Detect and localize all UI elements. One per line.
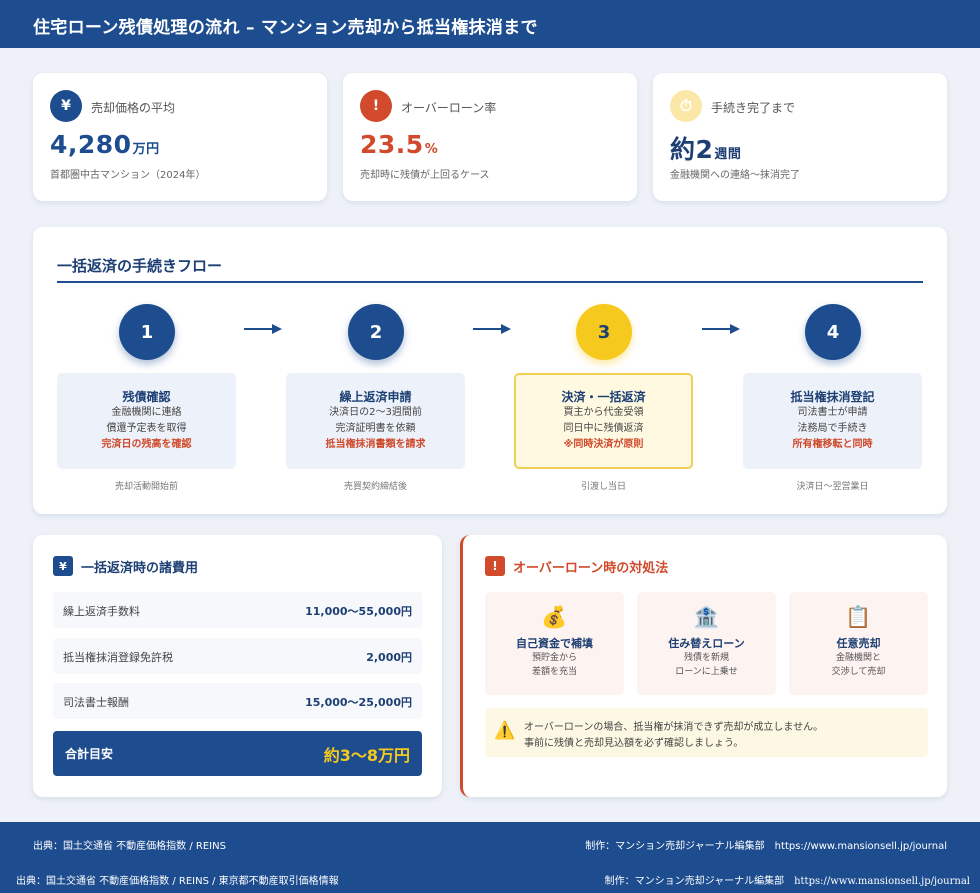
step-timing: 引渡し当日 [580,482,626,492]
step-line: 決済日の2〜3週間前 [329,407,422,418]
footer-url-link[interactable]: https://www.mansionsell.jp/journal [794,876,970,887]
stat-value: 23.5% [360,130,439,159]
option-line: 残債を新規 [683,653,729,663]
overloan-panel: ! オーバーローン時の対処法 💰 自己資金で補填 預貯金から 差額を充当 🏦 住… [460,535,947,797]
step-box-settlement: 決済・一括返済 買主から代金受領 同日中に残債返済 ※同時決済が原則 [514,373,693,469]
fee-row: 抵当権抹消登録免許税 2,000円 [53,638,422,674]
stat-value: 約2週間 [670,135,742,164]
step-box-debt-check: 残債確認 金融機関に連絡 償還予定表を取得 完済日の残高を確認 [57,373,236,469]
note-line: オーバーローンの場合、抵当権が抹消できず売却が成立しません。 [524,722,824,733]
stat-label: オーバーローン率 [401,101,497,115]
repayment-flow-panel: 一括返済の手続きフロー 1 2 3 4 残債確認 金融機関に連絡 償還予定表を取… [33,227,947,514]
step-title: 残債確認 [122,390,171,404]
footer-credit: 制作：マンション売却ジャーナル編集部 https://www.mansionse… [585,841,947,852]
stat-card-completion-time: ⏱ 手続き完了まで 約2週間 金融機関への連絡〜抹消完了 [653,73,947,201]
option-card-voluntary-sale: 📋 任意売却 金融機関と 交渉して売却 [789,592,928,695]
stopwatch-icon: ⏱ [670,90,702,122]
footer: 出典：国土交通省 不動産価格指数 / REINS 制作：マンション売却ジャーナル… [0,822,980,865]
option-line: 金融機関と [835,653,881,663]
step-title: 決済・一括返済 [561,390,646,404]
step-highlight: ※同時決済が原則 [563,439,644,450]
step-line: 償還予定表を取得 [106,423,187,434]
arrow-right-icon [244,324,282,334]
warning-note: ⚠️ オーバーローンの場合、抵当権が抹消できず売却が成立しません。 事前に残債と… [485,708,928,757]
fee-total-label: 合計目安 [65,747,114,761]
step-highlight: 所有権移転と同時 [792,439,873,450]
step-number: 3 [576,304,632,360]
step-box-mortgage-cancellation: 抵当権抹消登記 司法書士が申請 法務局で手続き 所有権移転と同時 [743,373,922,469]
option-line: 差額を充当 [531,667,577,677]
step-number: 4 [805,304,861,360]
yen-icon: ¥ [50,90,82,122]
step-title: 抵当権抹消登記 [790,390,875,404]
option-title: 住み替えローン [668,637,745,650]
stat-label: 売却価格の平均 [91,101,176,115]
fee-total-row: 合計目安 約3〜8万円 [53,731,422,776]
footer-source: 出典：国土交通省 不動産価格指数 / REINS / 東京都不動産取引価格情報 [16,876,339,887]
fee-row: 司法書士報酬 15,000〜25,000円 [53,683,422,719]
option-title: 自己資金で補填 [516,637,593,650]
option-line: ローンに上乗せ [675,667,738,677]
step-highlight: 抵当権抹消書類を請求 [325,439,426,450]
footer-credit: 制作：マンション売却ジャーナル編集部 https://www.mansionse… [604,876,970,887]
footer-source: 出典：国土交通省 不動産価格指数 / REINS [33,841,226,852]
step-line: 金融機関に連絡 [111,407,182,418]
note-line: 事前に残債と売却見込額を必ず確認しましょう。 [524,738,744,749]
step-title: 繰上返済申請 [339,390,412,404]
fee-label: 司法書士報酬 [63,696,129,709]
bank-icon: 🏦 [693,605,720,629]
fee-total-value: 約3〜8万円 [323,746,410,765]
clipboard-icon: 📋 [845,605,872,629]
fees-title: 一括返済時の諸費用 [81,561,199,576]
step-line: 買主から代金受領 [563,407,644,418]
stat-value: 4,280万円 [50,130,160,159]
step-line: 司法書士が申請 [797,407,868,418]
stat-note: 売却時に残債が上回るケース [360,170,490,181]
money-bag-icon: 💰 [541,605,568,629]
fee-value: 11,000〜55,000円 [305,605,412,618]
option-title: 任意売却 [836,637,881,650]
step-highlight: 完済日の残高を確認 [101,439,192,450]
option-line: 預貯金から [531,653,577,663]
fee-value: 2,000円 [366,651,412,664]
arrow-right-icon [473,324,511,334]
fee-label: 繰上返済手数料 [63,605,140,618]
exclamation-icon: ! [360,90,392,122]
step-line: 完済証明書を依頼 [335,423,416,434]
overloan-title: オーバーローン時の対処法 [513,561,669,576]
fee-label: 抵当権抹消登録免許税 [63,651,173,664]
arrow-right-icon [702,324,740,334]
divider [57,281,923,283]
step-line: 法務局で手続き [797,423,868,434]
option-card-transfer-loan: 🏦 住み替えローン 残債を新規 ローンに上乗せ [637,592,776,695]
fee-row: 繰上返済手数料 11,000〜55,000円 [53,592,422,628]
stat-label: 手続き完了まで [711,101,796,115]
flow-title: 一括返済の手続きフロー [57,257,223,275]
exclamation-icon: ! [485,556,505,576]
option-line: 交渉して売却 [831,667,886,677]
footer-secondary: 出典：国土交通省 不動産価格指数 / REINS / 東京都不動産取引価格情報 … [0,865,980,893]
step-box-prepayment-request: 繰上返済申請 決済日の2〜3週間前 完済証明書を依頼 抵当権抹消書類を請求 [286,373,465,469]
fees-panel: ¥ 一括返済時の諸費用 繰上返済手数料 11,000〜55,000円 抵当権抹消… [33,535,442,797]
stat-card-average-price: ¥ 売却価格の平均 4,280万円 首都圏中古マンション（2024年） [33,73,327,201]
stat-note: 首都圏中古マンション（2024年） [50,170,206,181]
option-card-own-funds: 💰 自己資金で補填 預貯金から 差額を充当 [485,592,624,695]
fee-value: 15,000〜25,000円 [305,696,412,709]
page-title: 住宅ローン残債処理の流れ – マンション売却から抵当権抹消まで [33,18,538,38]
warning-icon: ⚠️ [494,721,516,741]
step-timing: 決済日〜翌営業日 [796,482,869,492]
stat-note: 金融機関への連絡〜抹消完了 [670,170,800,181]
step-number: 1 [119,304,175,360]
step-line: 同日中に残債返済 [563,423,644,434]
step-number: 2 [348,304,404,360]
stat-card-overloan-rate: ! オーバーローン率 23.5% 売却時に残債が上回るケース [343,73,637,201]
yen-icon: ¥ [53,556,73,576]
step-timing: 売却活動開始前 [114,482,178,492]
step-timing: 売買契約締結後 [343,482,407,492]
page-header: 住宅ローン残債処理の流れ – マンション売却から抵当権抹消まで [0,0,980,48]
